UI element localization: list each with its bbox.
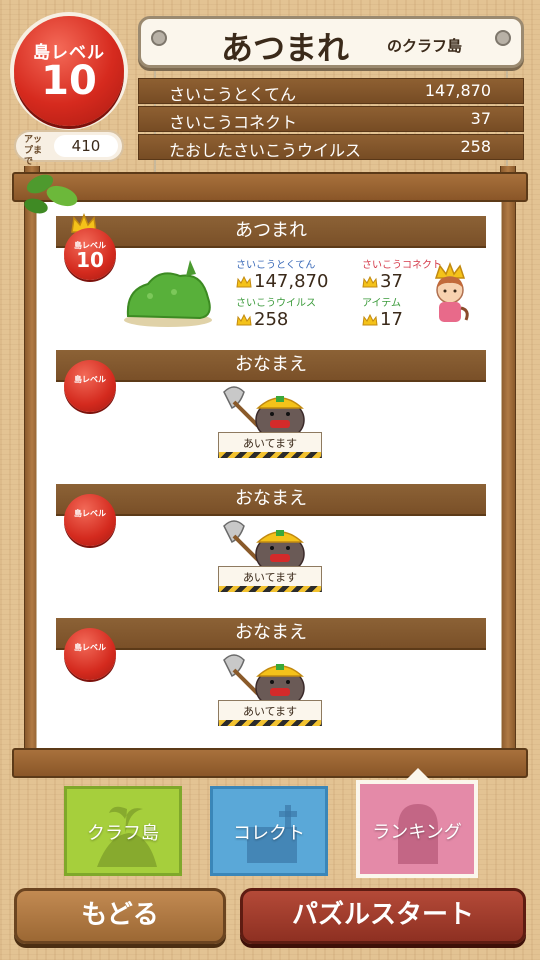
ranking-panel-3-name: おなまえ (56, 484, 486, 516)
back-button[interactable]: もどる (14, 888, 226, 944)
tab-collect[interactable]: コレクト (210, 786, 328, 876)
nail-icon (495, 30, 511, 46)
caution-stripe (219, 720, 321, 726)
island-name: あつまれ (221, 29, 350, 67)
stat-label: さいこうとくてん (169, 85, 297, 104)
best-virus-label: さいこうウイルス (236, 298, 316, 309)
ranking-panel-4-level-badge: 島レベル (64, 628, 116, 680)
tab-ranking[interactable]: ランキング (356, 780, 478, 878)
stat-row-best-connect: さいこうコネクト 37 (138, 106, 524, 132)
level-up-value: 410 (54, 135, 118, 157)
empty-slot-label-4: あいてます (218, 700, 322, 726)
stat-label: たおしたさいこうウイルス (169, 141, 362, 160)
empty-slot-text: あいてます (242, 437, 298, 450)
empty-slot-text: あいてます (242, 705, 298, 718)
ranking-panel-2-level-badge: 島レベル (64, 360, 116, 412)
empty-slot-label-2: あいてます (218, 432, 322, 458)
level-up-label: アップまで (24, 135, 43, 167)
selected-tab-pointer-icon (406, 768, 430, 780)
mole-worker-icon (223, 654, 305, 706)
tab-label: コレクト (233, 823, 305, 844)
board-post-right (500, 166, 516, 776)
nail-icon (151, 30, 167, 46)
tab-label: ランキング (372, 822, 462, 843)
mole-worker-icon (223, 520, 305, 572)
level-badge-label: 島レベル (74, 509, 106, 518)
board-beam-bottom (12, 748, 528, 778)
character-avatar-icon (434, 262, 469, 322)
best-score-stat: さいこうとくてん 147,870 (236, 256, 328, 292)
island-name-sign: あつまれ のクラフ島 (138, 16, 524, 68)
ranking-panel-1-name: あつまれ (56, 216, 486, 248)
ranking-panel-2-name: おなまえ (56, 350, 486, 382)
island-level-value: 10 (41, 58, 97, 104)
crown-icon (236, 314, 252, 326)
crown-icon (362, 314, 378, 326)
stat-row-best-score: さいこうとくてん 147,870 (138, 78, 524, 104)
ranking-panel-3-level-badge: 島レベル (64, 494, 116, 546)
puzzle-start-button[interactable]: パズルスタート (240, 888, 526, 944)
item-label: アイテム (362, 298, 401, 309)
best-virus-stat: さいこうウイルス 258 (236, 294, 316, 330)
crown-icon (236, 276, 252, 288)
island-name-suffix: のクラフ島 (387, 37, 463, 55)
level-badge-label: 島レベル (74, 375, 106, 384)
ranking-panel-1-level-badge: 島レベル 10 (64, 228, 116, 280)
best-connect-value: 37 (380, 271, 403, 292)
stat-row-virus-defeated: たおしたさいこうウイルス 258 (138, 134, 524, 160)
stat-value: 147,870 (424, 81, 491, 100)
empty-slot-label-3: あいてます (218, 566, 322, 592)
stat-value: 258 (460, 137, 491, 156)
stat-label: さいこうコネクト (169, 113, 298, 132)
board-beam-top (12, 172, 528, 202)
caution-stripe (219, 586, 321, 592)
best-score-value: 147,870 (254, 271, 329, 292)
crown-icon (362, 276, 378, 288)
level-badge-label: 島レベル (74, 643, 106, 652)
stat-value: 37 (470, 109, 491, 128)
item-value: 17 (380, 309, 403, 330)
caution-stripe (219, 452, 321, 458)
island-level-badge: 島レベル 10 (14, 16, 124, 126)
ranking-panel-4-name: おなまえ (56, 618, 486, 650)
tab-label: クラフ島 (87, 823, 159, 844)
empty-slot-text: あいてます (242, 571, 298, 584)
item-stat: アイテム 17 (362, 294, 403, 330)
best-score-label: さいこうとくてん (236, 260, 316, 271)
best-virus-value: 258 (254, 309, 289, 330)
level-up-remaining: アップまで 410 (14, 130, 124, 167)
level-badge-value: 10 (76, 248, 104, 272)
mole-worker-icon (223, 386, 305, 438)
tab-craft-island[interactable]: クラフ島 (64, 786, 182, 876)
island-icon (124, 260, 212, 327)
